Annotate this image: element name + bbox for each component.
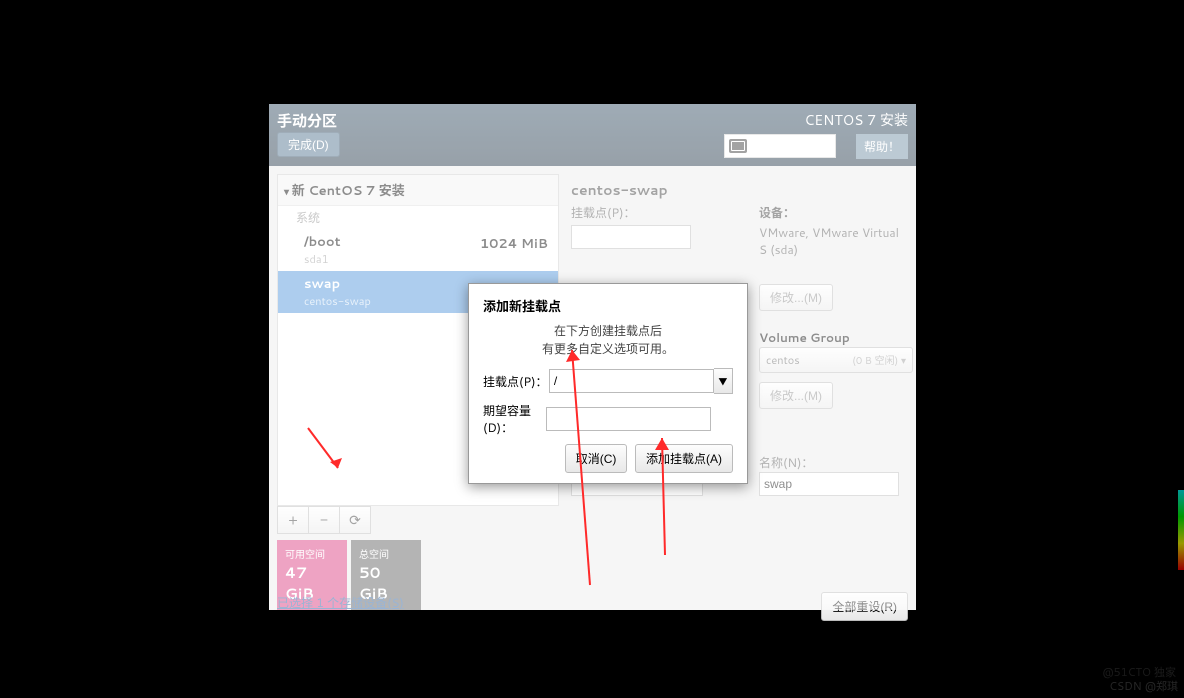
dialog-size-label: 期望容量(D)： [483, 402, 546, 436]
dialog-title: 添加新挂载点 [483, 296, 733, 316]
add-mount-point-dialog: 添加新挂载点 在下方创建挂载点后 有更多自定义选项可用。 挂载点(P)： ▼ 期… [468, 283, 748, 484]
dialog-mount-row: 挂载点(P)： ▼ [483, 368, 733, 394]
audio-meter-decoration [1178, 490, 1184, 570]
cancel-button[interactable]: 取消(C) [565, 444, 628, 473]
dialog-mount-dropdown[interactable]: ▼ [714, 368, 733, 394]
dialog-buttons: 取消(C) 添加挂载点(A) [483, 444, 733, 473]
dialog-subtitle: 在下方创建挂载点后 有更多自定义选项可用。 [483, 322, 733, 358]
add-mount-point-button[interactable]: 添加挂载点(A) [635, 444, 733, 473]
dialog-mount-label: 挂载点(P)： [483, 373, 549, 390]
dialog-size-input[interactable] [546, 407, 711, 431]
dialog-size-row: 期望容量(D)： [483, 402, 733, 436]
watermark: CSDN @郑琪 [1109, 678, 1178, 694]
dialog-mount-input[interactable] [549, 369, 714, 393]
